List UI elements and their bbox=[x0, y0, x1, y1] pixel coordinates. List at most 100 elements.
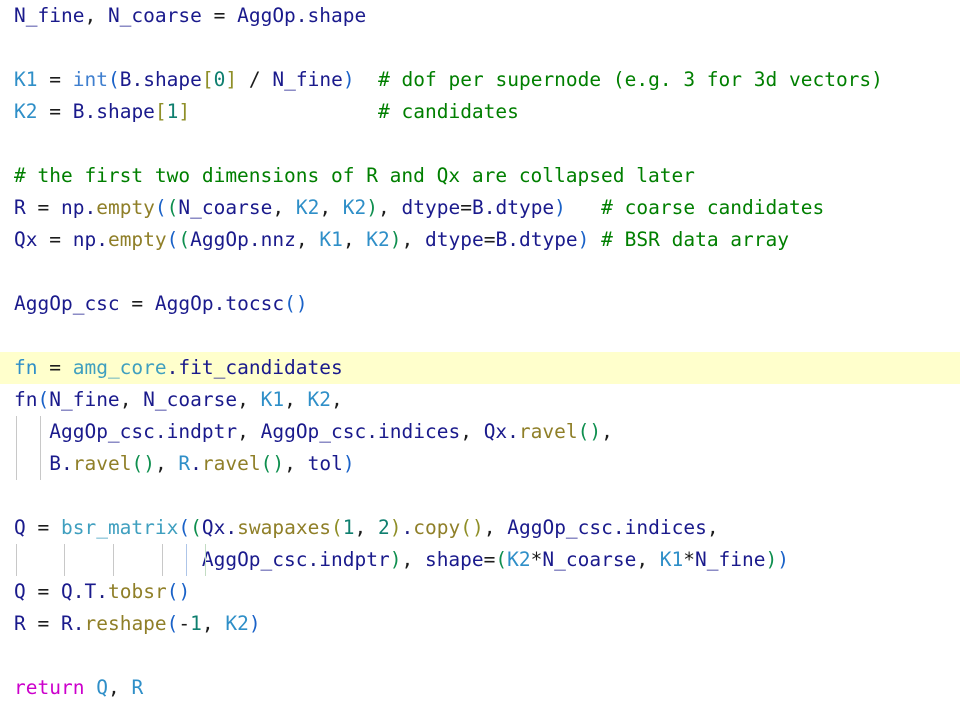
code-token: Q bbox=[14, 580, 26, 603]
code-line[interactable] bbox=[0, 640, 960, 672]
code-token: = bbox=[25, 196, 61, 219]
code-line[interactable]: Qx = np.empty((AggOp.nnz, K1, K2), dtype… bbox=[0, 224, 960, 256]
code-token: . bbox=[190, 452, 202, 475]
code-token: AggOp_csc bbox=[507, 516, 613, 539]
code-token: shape bbox=[143, 68, 202, 91]
code-token: int bbox=[72, 68, 108, 91]
code-token: K2 bbox=[295, 196, 320, 219]
code-token: = bbox=[483, 548, 496, 571]
code-token: 1 bbox=[190, 612, 202, 635]
code-token: K2 bbox=[342, 196, 367, 219]
code-line[interactable] bbox=[0, 128, 960, 160]
code-token: np bbox=[72, 228, 97, 251]
code-token: . bbox=[154, 420, 167, 443]
code-token: N_fine bbox=[49, 388, 120, 411]
code-token: . bbox=[248, 228, 261, 251]
code-token: . bbox=[72, 580, 85, 603]
code-token: nnz bbox=[260, 228, 296, 251]
code-token: . bbox=[166, 356, 179, 379]
code-token: , bbox=[201, 612, 226, 635]
code-line[interactable]: fn(N_fine, N_coarse, K1, K2, bbox=[0, 384, 960, 416]
code-token: = bbox=[483, 228, 496, 251]
code-token: 1 bbox=[342, 516, 355, 539]
code-token: 2 bbox=[378, 516, 390, 539]
code-token: ) bbox=[389, 228, 402, 251]
code-token: ] bbox=[225, 68, 238, 91]
code-line[interactable]: AggOp_csc = AggOp.tocsc() bbox=[0, 288, 960, 320]
code-token: 0 bbox=[213, 68, 226, 91]
code-token: ( bbox=[260, 452, 273, 475]
code-token: ) bbox=[272, 452, 285, 475]
code-token: shape bbox=[96, 100, 155, 123]
code-token: ( bbox=[166, 228, 179, 251]
code-token: = bbox=[201, 4, 238, 27]
code-token: N_fine bbox=[695, 548, 766, 571]
code-token: ) bbox=[777, 548, 789, 571]
code-line[interactable]: Q = bsr_matrix((Qx.swapaxes(1, 2).copy()… bbox=[0, 512, 960, 544]
code-token: T bbox=[84, 580, 97, 603]
code-line[interactable]: Q = Q.T.tobsr() bbox=[0, 576, 960, 608]
code-token: # candidates bbox=[378, 100, 519, 123]
code-line[interactable]: B.ravel(), R.ravel(), tol) bbox=[0, 448, 960, 480]
code-token: ) bbox=[389, 516, 402, 539]
code-token: , bbox=[601, 420, 613, 443]
code-line[interactable] bbox=[0, 32, 960, 64]
code-line[interactable]: R = R.reshape(-1, K2) bbox=[0, 608, 960, 640]
code-token: shape bbox=[307, 4, 367, 27]
code-token: N_fine bbox=[14, 4, 85, 27]
code-token: . bbox=[507, 228, 519, 251]
code-line[interactable] bbox=[0, 320, 960, 352]
code-token: K2 bbox=[225, 612, 249, 635]
code-token: . bbox=[366, 420, 379, 443]
code-token: ] bbox=[178, 100, 191, 123]
code-token: dtype bbox=[401, 196, 461, 219]
code-token: N_coarse bbox=[542, 548, 637, 571]
code-token: . bbox=[96, 580, 108, 603]
code-token: = bbox=[37, 356, 73, 379]
code-token: , bbox=[107, 676, 132, 699]
code-token: R bbox=[60, 612, 73, 635]
code-token: B bbox=[72, 100, 85, 123]
code-token: Qx bbox=[483, 420, 508, 443]
code-token: AggOp bbox=[237, 4, 296, 27]
code-token: empty bbox=[96, 196, 155, 219]
code-line[interactable]: K1 = int(B.shape[0] / N_fine) # dof per … bbox=[0, 64, 960, 96]
code-token: ( bbox=[495, 548, 508, 571]
code-line[interactable]: # the first two dimensions of R and Qx a… bbox=[0, 160, 960, 192]
code-token: indptr bbox=[319, 548, 390, 571]
code-line-highlighted[interactable]: fn = amg_core.fit_candidates bbox=[0, 352, 960, 384]
code-token: , bbox=[706, 516, 719, 539]
code-token: , bbox=[284, 388, 308, 411]
code-token: ( bbox=[131, 452, 144, 475]
code-line[interactable]: R = np.empty((N_coarse, K2, K2), dtype=B… bbox=[0, 192, 960, 224]
code-token: B bbox=[119, 68, 132, 91]
code-token: ( bbox=[37, 388, 50, 411]
code-viewer[interactable]: N_fine, N_coarse = AggOp.shape K1 = int(… bbox=[0, 0, 960, 720]
code-token: = bbox=[119, 292, 155, 315]
code-line[interactable]: return Q, R bbox=[0, 672, 960, 704]
code-token: K2 bbox=[507, 548, 531, 571]
code-token: . bbox=[612, 516, 625, 539]
code-token: N_fine bbox=[272, 68, 343, 91]
code-line[interactable]: AggOp_csc.indptr, AggOp_csc.indices, Qx.… bbox=[0, 416, 960, 448]
code-token: ) bbox=[295, 292, 308, 315]
code-token: N_coarse bbox=[178, 196, 273, 219]
code-token: . bbox=[483, 196, 496, 219]
code-line[interactable] bbox=[0, 256, 960, 288]
code-token: tocsc bbox=[225, 292, 285, 315]
code-token: N_coarse bbox=[107, 4, 202, 27]
code-token: , bbox=[84, 4, 108, 27]
code-token: ravel bbox=[201, 452, 261, 475]
code-token: fn bbox=[14, 388, 38, 411]
code-token: [ bbox=[201, 68, 214, 91]
code-token: ( bbox=[166, 612, 179, 635]
code-line[interactable]: AggOp_csc.indptr), shape=(K2*N_coarse, K… bbox=[0, 544, 960, 576]
code-line[interactable]: N_fine, N_coarse = AggOp.shape bbox=[0, 0, 960, 32]
code-token: , bbox=[295, 228, 320, 251]
code-line[interactable]: K2 = B.shape[1] # candidates bbox=[0, 96, 960, 128]
code-line[interactable] bbox=[0, 480, 960, 512]
code-token: . bbox=[96, 228, 108, 251]
code-token: ( bbox=[284, 292, 296, 315]
code-token: . bbox=[307, 548, 320, 571]
